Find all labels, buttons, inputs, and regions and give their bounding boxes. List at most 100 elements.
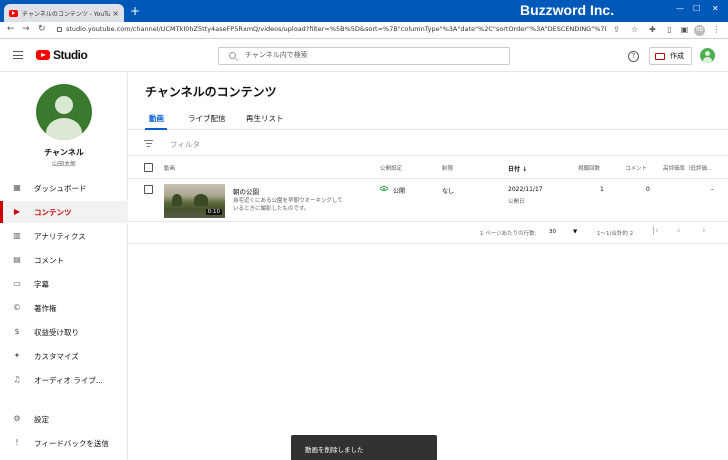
browser-tab[interactable]: チャンネルのコンテンツ - YouTube Studio × bbox=[4, 4, 124, 22]
search-input[interactable] bbox=[245, 51, 495, 59]
sidebar-icon[interactable]: ▯ bbox=[665, 25, 674, 34]
sidebar-item-label: カスタマイズ bbox=[34, 351, 79, 361]
reading-list-icon[interactable]: ▣ bbox=[680, 25, 689, 34]
search-box[interactable] bbox=[218, 47, 510, 65]
filter-bar[interactable]: フィルタ bbox=[128, 131, 728, 156]
sidebar-item-feedback[interactable]: ! フィードバックを送信 bbox=[0, 432, 128, 454]
page-range: 1〜1/合計約 2 bbox=[597, 231, 634, 237]
video-comments: 0 bbox=[646, 186, 650, 193]
sidebar-item-settings[interactable]: ⚙ 設定 bbox=[0, 408, 128, 430]
create-label: 作成 bbox=[670, 52, 684, 60]
first-page-icon[interactable]: |‹ bbox=[652, 226, 659, 236]
column-likes[interactable]: 高評価率（低評価... bbox=[663, 164, 712, 172]
sidebar: チャンネル 山田太郎 ▦ ダッシュボード ▶ コンテンツ ▥ アナリティクス ▤… bbox=[0, 73, 128, 460]
column-visibility: 公開設定 bbox=[380, 166, 403, 172]
help-icon[interactable]: ? bbox=[628, 51, 639, 62]
column-restrictions: 制限 bbox=[442, 166, 454, 172]
column-video: 動画 bbox=[164, 166, 176, 172]
new-tab-button[interactable]: + bbox=[130, 5, 140, 17]
video-restrictions: なし bbox=[442, 188, 455, 195]
video-views: 1 bbox=[600, 186, 604, 193]
video-date-status: 公開日 bbox=[508, 199, 525, 205]
sidebar-item-label: 著作権 bbox=[34, 303, 57, 313]
studio-logo-text[interactable]: Studio bbox=[53, 48, 88, 62]
tab-close-icon[interactable]: × bbox=[112, 9, 119, 18]
browser-tab-title: チャンネルのコンテンツ - YouTube Studio bbox=[22, 10, 111, 18]
customize-icon: ✦ bbox=[13, 351, 21, 360]
maximize-icon[interactable]: ☐ bbox=[693, 4, 700, 13]
next-page-icon[interactable]: › bbox=[702, 226, 706, 236]
extensions-icon[interactable]: ✚ bbox=[648, 25, 657, 34]
gear-icon: ⚙ bbox=[13, 414, 21, 423]
video-title[interactable]: 朝の公園 bbox=[233, 186, 259, 196]
table-row[interactable]: 0:10 朝の公園 自宅近くにある公園を早朝ウオーキングしているときに撮影したも… bbox=[128, 180, 728, 222]
video-description: 自宅近くにある公園を早朝ウオーキングしているときに撮影したものです。 bbox=[233, 198, 343, 212]
select-all-checkbox[interactable] bbox=[144, 163, 153, 172]
rows-per-page-label: 1 ページあたりの行数: bbox=[480, 231, 537, 237]
sidebar-item-label: ダッシュボード bbox=[34, 183, 87, 193]
create-video-icon bbox=[655, 52, 665, 60]
column-date[interactable]: 日付 ↓ bbox=[508, 164, 527, 173]
filter-label[interactable]: フィルタ bbox=[170, 139, 200, 150]
back-arrow-icon[interactable]: ← bbox=[7, 24, 15, 34]
content-tabs: 動画 ライブ配信 再生リスト bbox=[128, 107, 728, 130]
video-likes: – bbox=[711, 186, 714, 193]
url-field[interactable]: studio.youtube.com/channel/UCMTkI0hZ5tty… bbox=[66, 25, 606, 33]
column-views[interactable]: 視聴回数 bbox=[578, 164, 600, 172]
tab-live[interactable]: ライブ配信 bbox=[188, 113, 226, 124]
table-header: 動画 公開設定 制限 日付 ↓ 視聴回数 コメント 高評価率（低評価... bbox=[128, 157, 728, 179]
minimize-icon[interactable]: — bbox=[676, 4, 684, 13]
browser-titlebar: チャンネルのコンテンツ - YouTube Studio × + Buzzwor… bbox=[0, 0, 728, 22]
prev-page-icon[interactable]: ‹ bbox=[677, 226, 681, 236]
youtube-logo-icon[interactable] bbox=[36, 50, 50, 60]
earn-icon: $ bbox=[14, 327, 20, 336]
copyright-icon: © bbox=[13, 303, 21, 312]
sidebar-item-label: コメント bbox=[34, 255, 64, 265]
page-title: チャンネルのコンテンツ bbox=[145, 85, 277, 99]
menu-icon[interactable] bbox=[13, 51, 23, 59]
reload-icon[interactable]: ↻ bbox=[38, 24, 46, 34]
snackbar: 動画を削除しました bbox=[291, 435, 437, 460]
studio-header: Studio ? 作成 bbox=[0, 39, 728, 72]
sidebar-item-content[interactable]: ▶ コンテンツ bbox=[0, 201, 128, 223]
tab-videos[interactable]: 動画 bbox=[149, 113, 164, 124]
create-button[interactable]: 作成 bbox=[649, 47, 692, 65]
address-bar: ← → ↻ studio.youtube.com/channel/UCMTkI0… bbox=[0, 22, 728, 39]
video-visibility[interactable]: 公開 bbox=[393, 186, 405, 195]
rows-per-page-select[interactable]: 30 bbox=[549, 229, 556, 235]
sidebar-item-label: オーディオ ライブ... bbox=[34, 375, 104, 385]
forward-arrow-icon[interactable]: → bbox=[22, 24, 30, 34]
sidebar-item-audio-library[interactable]: ♫ オーディオ ライブ... bbox=[0, 369, 128, 391]
sidebar-item-label: 収益受け取り bbox=[34, 327, 79, 337]
search-icon bbox=[229, 52, 236, 59]
sidebar-item-copyright[interactable]: © 著作権 bbox=[0, 297, 128, 319]
window-close-icon[interactable]: ✕ bbox=[712, 4, 719, 13]
youtube-favicon-icon bbox=[9, 9, 18, 17]
row-checkbox[interactable] bbox=[144, 185, 153, 194]
video-thumbnail[interactable]: 0:10 bbox=[164, 184, 225, 218]
filter-icon[interactable] bbox=[144, 140, 153, 147]
sidebar-item-analytics[interactable]: ▥ アナリティクス bbox=[0, 225, 128, 247]
sidebar-item-dashboard[interactable]: ▦ ダッシュボード bbox=[0, 177, 128, 199]
sidebar-item-customize[interactable]: ✦ カスタマイズ bbox=[0, 345, 128, 367]
feedback-icon: ! bbox=[15, 438, 19, 447]
sidebar-item-comments[interactable]: ▤ コメント bbox=[0, 249, 128, 271]
visibility-eye-icon bbox=[380, 186, 388, 191]
lock-icon[interactable] bbox=[57, 27, 62, 32]
sidebar-item-label: 設定 bbox=[34, 414, 49, 424]
browser-profile-avatar[interactable]: BB bbox=[694, 25, 705, 36]
tab-playlists[interactable]: 再生リスト bbox=[246, 113, 284, 124]
channel-name: チャンネル bbox=[44, 148, 84, 157]
account-avatar[interactable] bbox=[700, 48, 715, 63]
more-icon[interactable]: ⋮ bbox=[712, 25, 721, 34]
share-icon[interactable]: ⇪ bbox=[612, 25, 621, 34]
chevron-down-icon[interactable]: ▼ bbox=[573, 229, 577, 235]
star-icon[interactable]: ☆ bbox=[630, 25, 639, 34]
column-comments[interactable]: コメント bbox=[625, 164, 647, 172]
sidebar-item-label: コンテンツ bbox=[34, 207, 72, 217]
sidebar-item-subtitles[interactable]: ▭ 字幕 bbox=[0, 273, 128, 295]
sidebar-item-label: 字幕 bbox=[34, 279, 49, 289]
channel-avatar[interactable] bbox=[36, 84, 92, 140]
brand-overlay: Buzzword Inc. bbox=[520, 2, 615, 18]
sidebar-item-earn[interactable]: $ 収益受け取り bbox=[0, 321, 128, 343]
